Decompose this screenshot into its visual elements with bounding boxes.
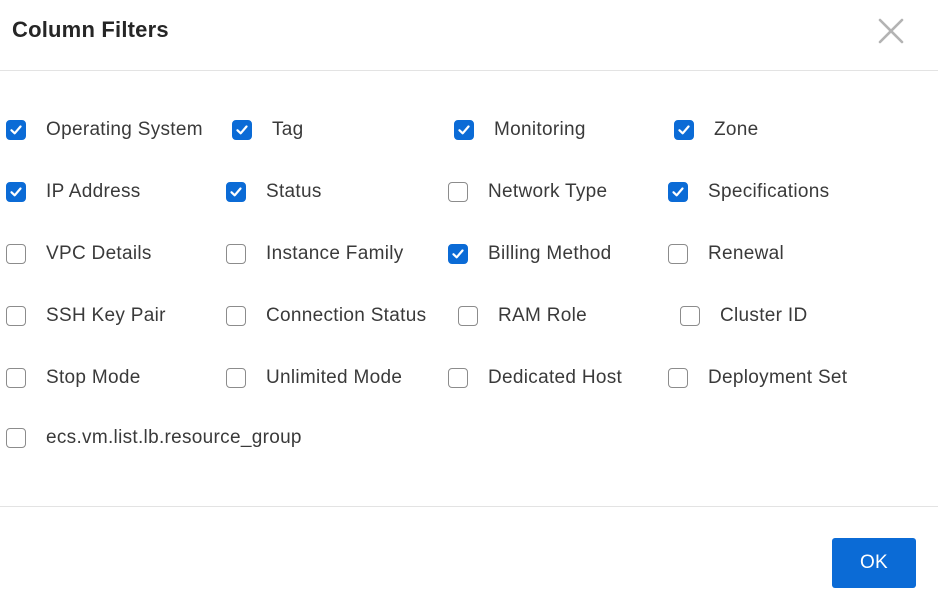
option-label: Deployment Set xyxy=(708,367,848,388)
option-label: Zone xyxy=(714,119,759,140)
checkbox[interactable] xyxy=(6,428,26,448)
option-label: VPC Details xyxy=(46,243,152,264)
column-option[interactable]: Dedicated Host xyxy=(448,363,622,393)
option-label: Status xyxy=(266,181,322,202)
option-label: Instance Family xyxy=(266,243,404,264)
checkbox[interactable] xyxy=(6,306,26,326)
option-label: Unlimited Mode xyxy=(266,367,403,388)
ok-button[interactable]: OK xyxy=(832,538,916,588)
column-option[interactable]: IP Address xyxy=(6,177,141,207)
column-option[interactable]: Specifications xyxy=(668,177,829,207)
check-icon xyxy=(458,125,470,135)
column-option[interactable]: Unlimited Mode xyxy=(226,363,402,393)
column-option[interactable]: Network Type xyxy=(448,177,607,207)
checkbox[interactable] xyxy=(448,182,468,202)
option-label: Specifications xyxy=(708,181,830,202)
column-option[interactable]: ecs.vm.list.lb.resource_group xyxy=(6,423,302,453)
option-label: Renewal xyxy=(708,243,785,264)
checkbox[interactable] xyxy=(6,368,26,388)
check-icon xyxy=(672,187,684,197)
option-label: RAM Role xyxy=(498,305,587,326)
column-option[interactable]: Deployment Set xyxy=(668,363,847,393)
checkbox[interactable] xyxy=(674,120,694,140)
dialog-title: Column Filters xyxy=(12,17,169,42)
column-option[interactable]: Connection Status xyxy=(226,301,426,331)
dialog-header: Column Filters xyxy=(0,0,938,71)
checkbox[interactable] xyxy=(226,368,246,388)
check-icon xyxy=(236,125,248,135)
option-label: Cluster ID xyxy=(720,305,808,326)
checkbox[interactable] xyxy=(6,182,26,202)
check-icon xyxy=(10,187,22,197)
option-label: SSH Key Pair xyxy=(46,305,166,326)
checkbox[interactable] xyxy=(454,120,474,140)
option-label: Monitoring xyxy=(494,119,586,140)
column-option[interactable]: Tag xyxy=(232,115,304,145)
checkbox[interactable] xyxy=(668,368,688,388)
checkbox[interactable] xyxy=(448,244,468,264)
check-icon xyxy=(10,125,22,135)
checkbox[interactable] xyxy=(226,182,246,202)
dialog-footer: OK xyxy=(0,506,938,609)
column-option[interactable]: VPC Details xyxy=(6,239,152,269)
checkbox[interactable] xyxy=(6,120,26,140)
column-option[interactable]: Zone xyxy=(674,115,759,145)
column-option[interactable]: Operating System xyxy=(6,115,203,145)
option-label: Connection Status xyxy=(266,305,427,326)
checkbox[interactable] xyxy=(6,244,26,264)
option-label: IP Address xyxy=(46,181,141,202)
option-label: Network Type xyxy=(488,181,608,202)
checkbox[interactable] xyxy=(458,306,478,326)
column-option[interactable]: Instance Family xyxy=(226,239,404,269)
checkbox[interactable] xyxy=(226,306,246,326)
column-option[interactable]: Monitoring xyxy=(454,115,586,145)
column-filters-dialog: Column Filters Operating System Tag Monito… xyxy=(0,0,938,608)
check-icon xyxy=(678,125,690,135)
check-icon xyxy=(230,187,242,197)
column-option[interactable]: SSH Key Pair xyxy=(6,301,166,331)
check-icon xyxy=(452,249,464,259)
option-label: Tag xyxy=(272,119,304,140)
column-option[interactable]: Renewal xyxy=(668,239,784,269)
option-label: Dedicated Host xyxy=(488,367,623,388)
option-label: Billing Method xyxy=(488,243,612,264)
close-icon xyxy=(878,18,904,44)
option-label: Stop Mode xyxy=(46,367,141,388)
close-button[interactable] xyxy=(872,12,910,50)
column-option[interactable]: Billing Method xyxy=(448,239,612,269)
checkbox[interactable] xyxy=(448,368,468,388)
option-label: ecs.vm.list.lb.resource_group xyxy=(46,427,302,448)
checkbox[interactable] xyxy=(680,306,700,326)
checkbox[interactable] xyxy=(668,244,688,264)
column-option[interactable]: Stop Mode xyxy=(6,363,141,393)
option-label: Operating System xyxy=(46,119,203,140)
checkbox[interactable] xyxy=(668,182,688,202)
checkbox[interactable] xyxy=(226,244,246,264)
column-option[interactable]: RAM Role xyxy=(458,301,587,331)
checkbox[interactable] xyxy=(232,120,252,140)
column-option[interactable]: Status xyxy=(226,177,322,207)
column-option[interactable]: Cluster ID xyxy=(680,301,807,331)
